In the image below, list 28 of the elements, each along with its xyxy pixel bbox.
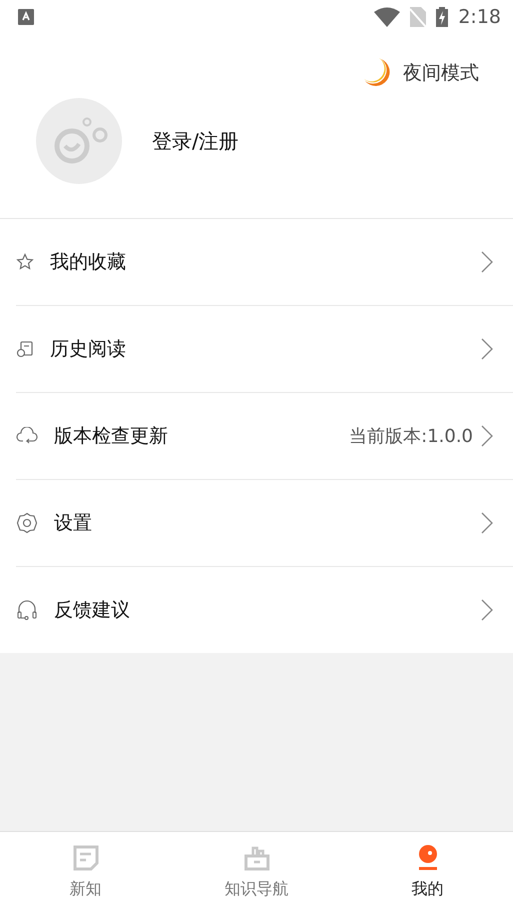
chevron-icon (481, 251, 493, 273)
no-sim-icon (410, 7, 426, 27)
status-time: 2:18 (458, 6, 501, 28)
document-icon (72, 844, 98, 870)
headset-icon (16, 599, 38, 621)
menu-item[interactable]: 历史阅读 (16, 306, 513, 393)
basket-icon (244, 844, 270, 870)
chevron-icon (481, 425, 493, 447)
chevron-icon (481, 512, 493, 534)
battery-icon (436, 7, 448, 27)
night-mode-button[interactable]: 夜间模式 (363, 48, 479, 98)
cloud-icon (16, 427, 38, 445)
tab[interactable]: 新知 (0, 832, 171, 912)
chevron-icon (481, 338, 493, 360)
tab[interactable]: 我的 (342, 832, 513, 912)
wifi-icon (374, 7, 400, 27)
keyboard-icon (18, 9, 34, 25)
tab[interactable]: 知识导航 (171, 832, 342, 912)
avatar-icon (36, 98, 122, 184)
chevron-icon (481, 599, 493, 621)
menu-item[interactable]: 反馈建议 (16, 567, 513, 653)
menu-item[interactable]: 我的收藏 (16, 219, 513, 306)
menu-item[interactable]: 版本检查更新 当前版本:1.0.0 (16, 393, 513, 480)
menu-item[interactable]: 设置 (16, 480, 513, 567)
settings-icon (16, 512, 38, 534)
login-link[interactable]: 登录/注册 (152, 128, 239, 154)
history-icon (16, 340, 34, 358)
star-icon (16, 253, 34, 271)
